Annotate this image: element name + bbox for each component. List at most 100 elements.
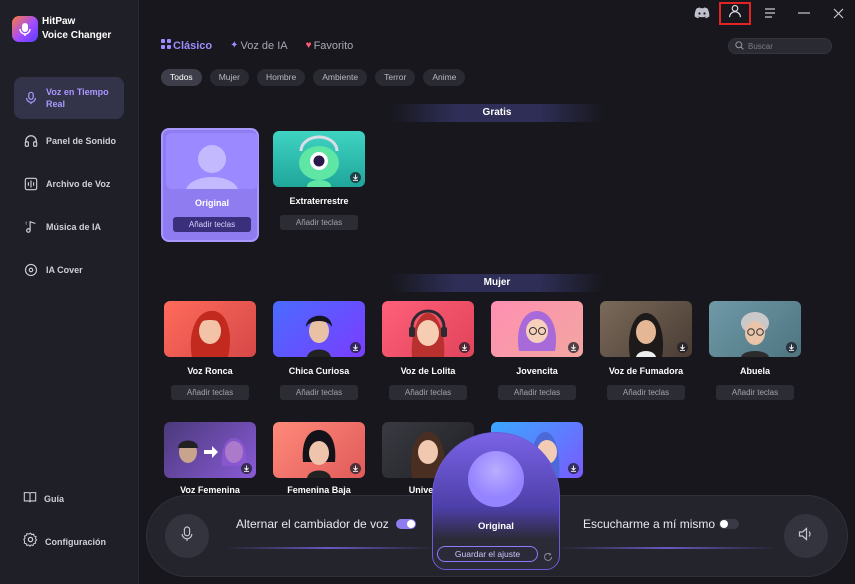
- voice-card-lolita[interactable]: Voz de Lolita Añadir teclas: [379, 298, 477, 412]
- search-input[interactable]: [748, 41, 828, 51]
- voice-thumbnail: [273, 131, 365, 187]
- current-voice-name: Original: [478, 521, 514, 532]
- voice-card-alien[interactable]: Extraterrestre Añadir teclas: [270, 128, 368, 242]
- add-keys-button[interactable]: Añadir teclas: [607, 385, 685, 400]
- grid-icon: [161, 39, 171, 52]
- mic-button[interactable]: [165, 514, 209, 558]
- brand-product: Voice Changer: [42, 30, 112, 41]
- voice-name: Extraterrestre: [289, 196, 349, 206]
- add-keys-button[interactable]: Añadir teclas: [716, 385, 794, 400]
- voice-card-low-female[interactable]: Femenina Baja: [270, 419, 368, 495]
- speaker-icon: [798, 526, 814, 546]
- download-icon[interactable]: [350, 342, 361, 353]
- filter-man[interactable]: Hombre: [256, 69, 306, 86]
- voice-thumbnail: [709, 301, 801, 357]
- voice-name: Femenina Baja: [287, 485, 351, 495]
- save-settings-button[interactable]: Guardar el ajuste: [437, 546, 538, 562]
- app-logo-icon: [12, 16, 38, 42]
- file-voice-icon: [23, 176, 39, 192]
- voice-thumbnail: [273, 301, 365, 357]
- voice-name: Jovencita: [516, 366, 558, 376]
- refresh-icon[interactable]: [543, 549, 553, 561]
- voice-thumbnail: [491, 301, 583, 357]
- toggle-voice-changer-label: Alternar el cambiador de voz: [236, 517, 389, 531]
- voice-card-young-girl[interactable]: Jovencita Añadir teclas: [488, 298, 586, 412]
- voice-thumbnail: [600, 301, 692, 357]
- download-icon[interactable]: [786, 342, 797, 353]
- add-keys-button[interactable]: Añadir teclas: [171, 385, 249, 400]
- sidebar-item-label: Archivo de Voz: [46, 179, 111, 189]
- sidebar-item-label: Voz en Tiempo Real: [46, 87, 109, 109]
- search-box[interactable]: [728, 38, 832, 54]
- download-icon[interactable]: [568, 463, 579, 474]
- brand: HitPaw Voice Changer: [12, 15, 111, 43]
- sidebar: HitPaw Voice Changer Voz en Tiempo Real …: [0, 0, 139, 584]
- voice-thumbnail: [273, 422, 365, 478]
- filter-horror[interactable]: Terror: [375, 69, 416, 86]
- download-icon[interactable]: [677, 342, 688, 353]
- microphone-icon: [23, 90, 39, 106]
- voice-card-curious-girl[interactable]: Chica Curiosa Añadir teclas: [270, 298, 368, 412]
- download-icon[interactable]: [350, 172, 361, 183]
- current-voice-panel: Original Guardar el ajuste: [432, 432, 560, 570]
- sidebar-item-voice-file[interactable]: Archivo de Voz: [14, 163, 124, 205]
- tab-label: Favorito: [313, 39, 354, 52]
- voice-card-smoker[interactable]: Voz de Fumadora Añadir teclas: [597, 298, 695, 412]
- search-icon: [735, 37, 744, 55]
- filter-woman[interactable]: Mujer: [209, 69, 249, 86]
- voice-card-original[interactable]: Original Añadir teclas: [161, 128, 259, 242]
- voice-name: Original: [194, 198, 229, 208]
- sidebar-item-sound-panel[interactable]: Panel de Sonido: [14, 120, 124, 162]
- sidebar-item-settings[interactable]: Configuración: [14, 528, 124, 556]
- sidebar-item-label: Música de IA: [46, 222, 102, 232]
- voice-changer-toggle[interactable]: [396, 519, 416, 529]
- tab-favorite[interactable]: ♥ Favorito: [306, 40, 354, 52]
- sidebar-item-label: Configuración: [45, 537, 106, 547]
- add-keys-button[interactable]: Añadir teclas: [173, 217, 251, 232]
- add-keys-button[interactable]: Añadir teclas: [498, 385, 576, 400]
- filter-ambient[interactable]: Ambiente: [313, 69, 368, 86]
- download-icon[interactable]: [568, 342, 579, 353]
- sidebar-item-label: Guía: [44, 494, 65, 504]
- filter-chips: Todos Mujer Hombre Ambiente Terror Anime: [161, 69, 473, 86]
- sparkle-icon: ✦: [230, 40, 239, 51]
- speaker-button[interactable]: [784, 514, 828, 558]
- close-icon[interactable]: [821, 1, 855, 25]
- tab-ai-voice[interactable]: ✦ Voz de IA: [230, 40, 287, 52]
- book-icon: [23, 490, 37, 509]
- add-keys-button[interactable]: Añadir teclas: [280, 215, 358, 230]
- account-button[interactable]: [719, 1, 751, 25]
- hear-myself-label: Escucharme a mí mismo: [583, 517, 716, 531]
- section-header-woman: Mujer: [390, 274, 604, 292]
- voice-name: Chica Curiosa: [288, 366, 350, 376]
- toggle-knob: [720, 520, 728, 528]
- add-keys-button[interactable]: Añadir teclas: [280, 385, 358, 400]
- category-tabs: Clásico ✦ Voz de IA ♥ Favorito: [161, 39, 371, 52]
- download-icon[interactable]: [350, 463, 361, 474]
- headphones-icon: [23, 133, 39, 149]
- sidebar-item-label: Panel de Sonido: [46, 136, 117, 146]
- menu-icon[interactable]: [753, 1, 787, 25]
- tab-classic[interactable]: Clásico: [161, 39, 212, 52]
- sidebar-item-ai-music[interactable]: Música de IA: [14, 206, 124, 248]
- filter-anime[interactable]: Anime: [423, 69, 466, 86]
- output-level-meter: [557, 547, 777, 549]
- filter-all[interactable]: Todos: [161, 69, 202, 86]
- hear-myself-toggle[interactable]: [719, 519, 739, 529]
- music-note-icon: [23, 219, 39, 235]
- voice-card-female-voice[interactable]: Voz Femenina: [161, 419, 259, 495]
- discord-icon[interactable]: [685, 1, 719, 25]
- voice-card-grandma[interactable]: Abuela Añadir teclas: [706, 298, 804, 412]
- sidebar-item-realtime-voice[interactable]: Voz en Tiempo Real: [14, 77, 124, 119]
- add-keys-button[interactable]: Añadir teclas: [389, 385, 467, 400]
- voice-name: Voz Ronca: [187, 366, 233, 376]
- minimize-icon[interactable]: [787, 1, 821, 25]
- download-icon[interactable]: [459, 342, 470, 353]
- download-icon[interactable]: [241, 463, 252, 474]
- sidebar-item-ai-cover[interactable]: IA Cover: [14, 249, 124, 291]
- window-toolbar: [685, 0, 855, 26]
- voice-thumbnail: [164, 301, 256, 357]
- microphone-icon: [180, 525, 194, 547]
- voice-card-hoarse[interactable]: Voz Ronca Añadir teclas: [161, 298, 259, 412]
- sidebar-item-guide[interactable]: Guía: [14, 485, 124, 513]
